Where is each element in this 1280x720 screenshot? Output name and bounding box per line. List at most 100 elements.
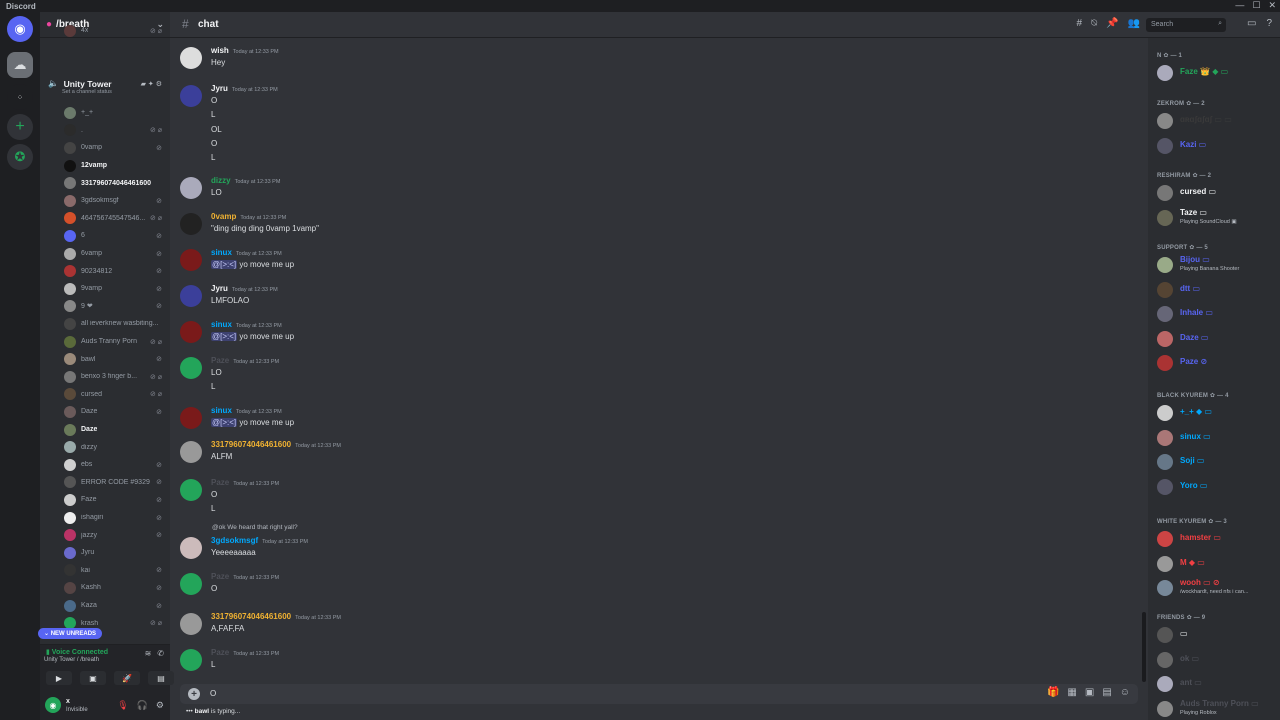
members-icon[interactable]: 👥: [1128, 18, 1140, 29]
avatar[interactable]: [180, 537, 202, 559]
voice-user[interactable]: kai ⊘: [40, 562, 170, 580]
avatar[interactable]: [180, 441, 202, 463]
member-item[interactable]: +_+ ◆ ▭: [1157, 403, 1277, 423]
author-name[interactable]: sinux: [211, 406, 232, 415]
help-icon[interactable]: ?: [1266, 18, 1272, 29]
voice-user[interactable]: jazzy ⊘: [40, 526, 170, 544]
sticker-icon[interactable]: ▤: [1102, 687, 1111, 698]
member-item[interactable]: dtt ▭: [1157, 280, 1277, 300]
scrollbar[interactable]: [1142, 612, 1146, 682]
mute-bell-icon[interactable]: ⍉: [1091, 18, 1097, 29]
threads-icon[interactable]: #: [1077, 18, 1083, 29]
channel-settings-icon[interactable]: ▰ ✦ ⚙: [141, 80, 162, 88]
avatar[interactable]: [180, 407, 202, 429]
voice-user[interactable]: ebs ⊘: [40, 456, 170, 474]
voice-user[interactable]: 90234812 ⊘: [40, 262, 170, 280]
member-item[interactable]: sinux ▭: [1157, 428, 1277, 448]
message-input[interactable]: O: [210, 689, 216, 698]
voice-location[interactable]: Unity Tower / /breath: [44, 657, 99, 663]
member-item[interactable]: Yoro ▭: [1157, 477, 1277, 497]
author-name[interactable]: Jyru: [211, 84, 228, 93]
voice-user[interactable]: Daze: [40, 421, 170, 439]
member-item[interactable]: ant ▭: [1157, 674, 1277, 694]
voice-user[interactable]: 9vamp ⊘: [40, 280, 170, 298]
avatar[interactable]: [180, 649, 202, 671]
voice-channel[interactable]: 🔈 Unity Tower ▰ ✦ ⚙ Set a channel status: [40, 78, 170, 95]
avatar[interactable]: [180, 573, 202, 595]
close-icon[interactable]: ✕: [1268, 0, 1276, 11]
activities-button[interactable]: 🚀: [114, 671, 140, 685]
emoji-icon[interactable]: ☺: [1120, 687, 1130, 698]
voice-user[interactable]: Faze ⊘: [40, 491, 170, 509]
voice-user[interactable]: 6vamp ⊘: [40, 245, 170, 263]
app-icon[interactable]: ▦: [1067, 687, 1076, 698]
voice-user[interactable]: dizzy: [40, 438, 170, 456]
noise-suppression-icon[interactable]: ≋: [145, 649, 152, 658]
mention[interactable]: @[>:<]: [211, 260, 238, 269]
headphones-icon[interactable]: 🎧: [137, 700, 148, 711]
avatar[interactable]: [180, 213, 202, 235]
disconnect-icon[interactable]: ✆: [157, 649, 164, 658]
member-item[interactable]: Faze 👑 ◆ ▭: [1157, 63, 1277, 83]
author-name[interactable]: 0vamp: [211, 212, 236, 221]
member-item[interactable]: cursed ▭: [1157, 183, 1277, 203]
minimize-icon[interactable]: —: [1235, 0, 1244, 11]
gif-icon[interactable]: ▣: [1085, 687, 1094, 698]
voice-user[interactable]: 12vamp: [40, 157, 170, 175]
avatar[interactable]: [180, 285, 202, 307]
voice-user[interactable]: Auds Tranny Porn ⊘ ⌀: [40, 333, 170, 351]
channel-status[interactable]: Set a channel status: [48, 89, 170, 95]
voice-user[interactable]: 6 ⊘: [40, 227, 170, 245]
author-name[interactable]: 331796074046461600: [211, 612, 291, 621]
new-unreads-badge[interactable]: ⌄ NEW UNREADS: [38, 628, 103, 639]
avatar[interactable]: ◉: [45, 697, 61, 713]
member-item[interactable]: Auds Tranny Porn ▭ Playing Roblox: [1157, 699, 1277, 719]
avatar[interactable]: [180, 47, 202, 69]
voice-user[interactable]: Kashh ⊘: [40, 579, 170, 597]
search-input[interactable]: Search ⌕: [1146, 18, 1226, 32]
camera-button[interactable]: ▶: [46, 671, 72, 685]
author-name[interactable]: Paze: [211, 478, 229, 487]
author-name[interactable]: sinux: [211, 248, 232, 257]
maximize-icon[interactable]: ☐: [1252, 0, 1260, 11]
voice-user[interactable]: Kaza ⊘: [40, 597, 170, 615]
discord-home-icon[interactable]: ◉: [7, 16, 33, 42]
member-item[interactable]: wooh ▭ ⊘ /wockhardt, need nfs i can...: [1157, 578, 1277, 598]
avatar[interactable]: [180, 85, 202, 107]
author-name[interactable]: dizzy: [211, 176, 231, 185]
mic-muted-icon[interactable]: 🎙: [117, 700, 128, 711]
voice-user[interactable]: 331796074046461600: [40, 174, 170, 192]
member-item[interactable]: Bijou ▭ Playing Banana Shooter: [1157, 255, 1277, 275]
author-name[interactable]: sinux: [211, 320, 232, 329]
gear-icon[interactable]: ⚙: [156, 700, 164, 711]
inbox-icon[interactable]: ▭: [1247, 18, 1256, 29]
avatar[interactable]: [180, 613, 202, 635]
author-name[interactable]: 3gdsokmsgf: [211, 536, 258, 545]
voice-user[interactable]: 4x ⊘ ⌀: [40, 22, 170, 40]
voice-user[interactable]: 3gdsokmsgf ⊘: [40, 192, 170, 210]
voice-user[interactable]: 464756745547546... ⊘ ⌀: [40, 210, 170, 228]
member-item[interactable]: Soji ▭: [1157, 452, 1277, 472]
member-item[interactable]: ▭: [1157, 625, 1277, 645]
avatar[interactable]: [180, 177, 202, 199]
author-name[interactable]: Paze: [211, 648, 229, 657]
voice-user[interactable]: all ieverknew wasbiting...: [40, 315, 170, 333]
voice-user[interactable]: cursed ⊘ ⌀: [40, 386, 170, 404]
avatar[interactable]: [180, 479, 202, 501]
mention[interactable]: @[>:<]: [211, 332, 238, 341]
member-item[interactable]: M ◆ ▭: [1157, 554, 1277, 574]
server-icon[interactable]: ☁: [7, 52, 33, 78]
avatar[interactable]: [180, 249, 202, 271]
author-name[interactable]: Paze: [211, 572, 229, 581]
author-name[interactable]: wish: [211, 46, 229, 55]
avatar[interactable]: [180, 321, 202, 343]
voice-user[interactable]: ishagiri ⊘: [40, 509, 170, 527]
voice-user[interactable]: +_+: [40, 104, 170, 122]
member-item[interactable]: Taze ▭ Playing SoundCloud ▣: [1157, 208, 1277, 228]
message-composer[interactable]: + O 🎁 ▦ ▣ ▤ ☺: [180, 684, 1138, 704]
gift-icon[interactable]: 🎁: [1047, 687, 1059, 698]
pin-icon[interactable]: 📌: [1106, 18, 1118, 29]
mention[interactable]: @[>:<]: [211, 418, 238, 427]
add-server-icon[interactable]: +: [7, 114, 33, 140]
member-item[interactable]: Kazi ▭: [1157, 136, 1277, 156]
